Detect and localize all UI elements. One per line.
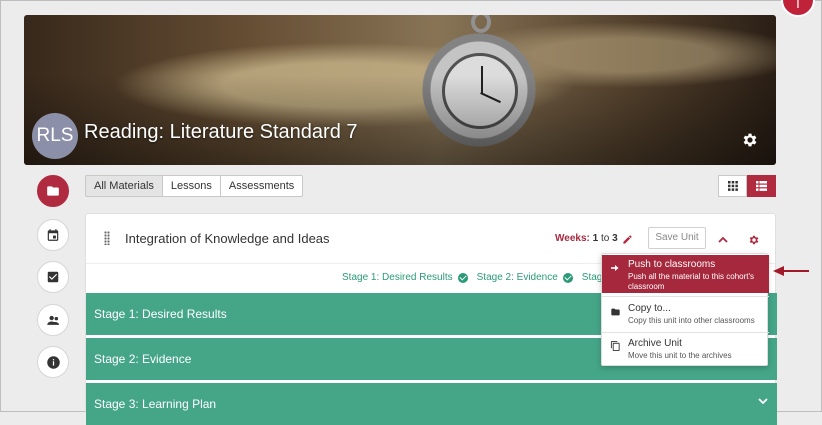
calendar-icon — [47, 229, 59, 241]
annotation-arrow-icon — [771, 263, 811, 284]
edit-weeks-icon[interactable] — [622, 232, 633, 250]
stage-links: Stage 1: Desired Results Stage 2: Eviden… — [342, 272, 617, 283]
collapse-chevron-icon[interactable] — [717, 232, 729, 250]
rail-tasks-button[interactable] — [37, 261, 69, 293]
weeks-to: 3 — [612, 233, 618, 244]
tab-assessments[interactable]: Assessments — [219, 175, 304, 197]
tab-lessons[interactable]: Lessons — [161, 175, 221, 197]
stage-row-label: Stage 3: Learning Plan — [94, 397, 217, 411]
menu-item-description: Copy this unit into other classrooms — [628, 316, 755, 325]
menu-item-push-to-classrooms[interactable]: Push to classrooms Push all the material… — [602, 255, 769, 293]
unit-banner: RLS Reading: Literature Standard 7 — [24, 15, 776, 165]
stage-row-3[interactable]: Stage 3: Learning Plan — [86, 383, 777, 425]
copy-icon — [610, 339, 621, 357]
folder-icon — [47, 186, 59, 196]
checkbox-icon — [47, 271, 59, 283]
chevron-down-icon[interactable] — [757, 395, 769, 409]
unit-weeks: Weeks: 1 to 3 — [555, 233, 618, 244]
course-title: Reading: Literature Standard 7 — [84, 121, 358, 143]
grid-icon — [727, 181, 738, 191]
folder-icon — [610, 304, 621, 322]
drag-handle-icon[interactable] — [104, 231, 110, 245]
info-icon — [46, 355, 60, 369]
menu-item-label: Archive Unit — [628, 338, 682, 349]
course-avatar: RLS — [32, 113, 78, 159]
user-avatar[interactable]: T — [781, 0, 815, 17]
menu-item-label: Push to classrooms — [628, 259, 716, 270]
arrow-right-icon — [610, 260, 620, 278]
menu-item-label: Copy to... — [628, 303, 671, 314]
weeks-to-word: to — [600, 233, 610, 244]
rail-people-button[interactable] — [37, 304, 69, 336]
unit-settings-icon[interactable] — [748, 233, 760, 251]
list-icon — [756, 181, 767, 191]
stage-link-2[interactable]: Stage 2: Evidence — [477, 272, 573, 283]
unit-title: Integration of Knowledge and Ideas — [125, 231, 330, 246]
material-tabs: All Materials Lessons Assessments — [85, 175, 304, 197]
check-circle-icon — [457, 272, 468, 283]
stage-row-label: Stage 1: Desired Results — [94, 307, 227, 321]
save-unit-button[interactable]: Save Unit — [648, 227, 706, 249]
rail-calendar-button[interactable] — [37, 219, 69, 251]
list-view-button[interactable] — [747, 175, 776, 197]
menu-item-archive-unit[interactable]: Archive Unit Move this unit to the archi… — [602, 334, 769, 366]
people-icon — [46, 315, 59, 325]
weeks-from: 1 — [592, 233, 599, 244]
unit-actions-menu: Push to classrooms Push all the material… — [601, 253, 769, 366]
tab-all-materials[interactable]: All Materials — [85, 175, 163, 197]
stage-link-1[interactable]: Stage 1: Desired Results — [342, 272, 468, 283]
check-circle-icon — [562, 272, 573, 283]
stage-row-label: Stage 2: Evidence — [94, 352, 192, 366]
banner-settings-icon[interactable] — [740, 131, 760, 151]
grid-view-button[interactable] — [718, 175, 747, 197]
rail-info-button[interactable] — [37, 346, 69, 378]
view-toggle — [718, 175, 776, 197]
menu-item-copy-to[interactable]: Copy to... Copy this unit into other cla… — [602, 299, 769, 331]
weeks-label: Weeks: — [555, 233, 590, 244]
user-initial: T — [794, 0, 802, 11]
rail-materials-button[interactable] — [37, 175, 69, 207]
menu-item-description: Push all the material to this cohort's c… — [628, 272, 755, 291]
menu-item-description: Move this unit to the archives — [628, 351, 732, 360]
course-avatar-initials: RLS — [36, 125, 74, 146]
